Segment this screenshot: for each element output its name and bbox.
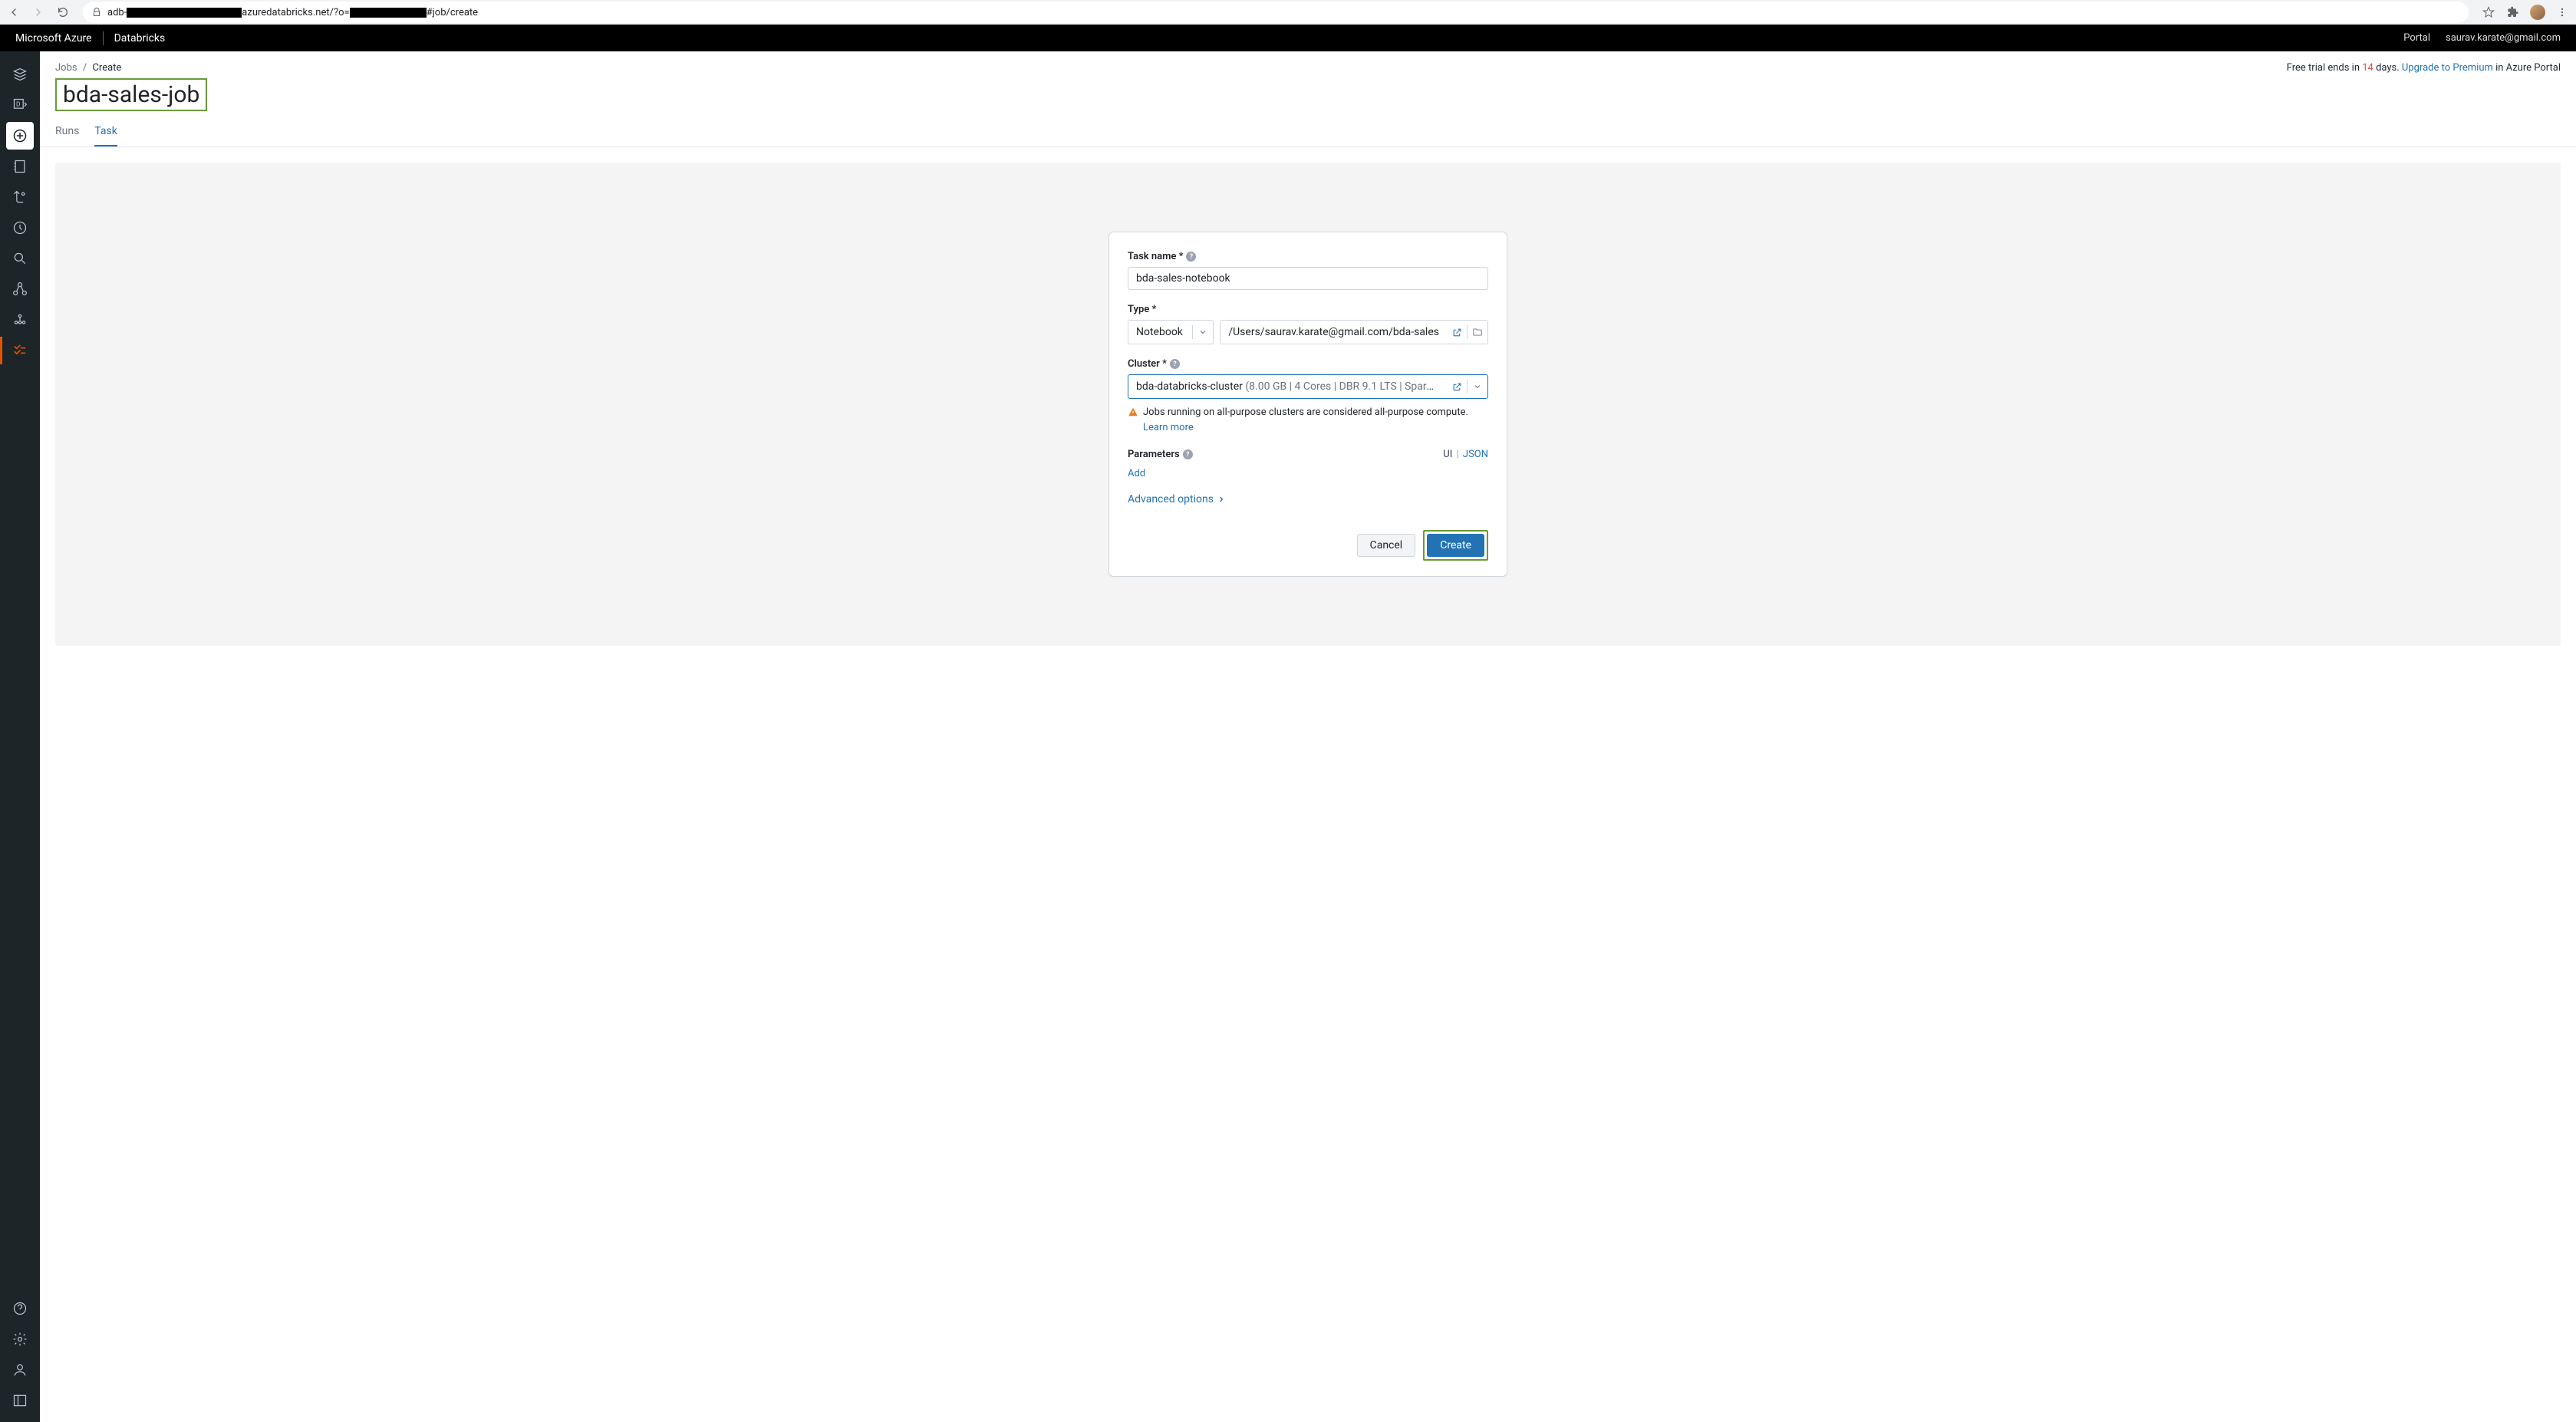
cluster-label: Cluster * ? — [1128, 358, 1488, 370]
user-email[interactable]: saurav.karate@gmail.com — [2446, 32, 2561, 44]
extensions-icon[interactable] — [2505, 5, 2521, 20]
add-parameter-link[interactable]: Add — [1128, 468, 1145, 479]
create-button[interactable]: Create — [1427, 534, 1484, 557]
task-canvas: Task name * ? Type * Notebook — [55, 163, 2561, 646]
sidebar-workspace-icon[interactable]: D — [6, 91, 34, 119]
brand-azure: Microsoft Azure — [15, 32, 103, 44]
warning-icon — [1128, 407, 1138, 417]
open-external-icon[interactable] — [1447, 382, 1467, 392]
cluster-warning: Jobs running on all-purpose clusters are… — [1128, 405, 1488, 435]
sidebar-data-icon[interactable] — [6, 275, 34, 303]
sidebar-create-icon[interactable] — [6, 122, 34, 150]
type-select[interactable]: Notebook — [1128, 320, 1214, 344]
task-form-panel: Task name * ? Type * Notebook — [1108, 232, 1507, 577]
sidebar-repos-icon[interactable] — [6, 183, 34, 211]
menu-icon[interactable] — [2555, 5, 2570, 20]
job-title[interactable]: bda-sales-job — [55, 78, 207, 111]
sidebar-settings-icon[interactable] — [6, 1325, 34, 1353]
help-icon[interactable]: ? — [1183, 449, 1193, 459]
browser-toolbar: adb-azuredatabricks.net/?o=#job/create — [0, 0, 2576, 25]
sidebar-search-icon[interactable] — [6, 245, 34, 272]
open-external-icon[interactable] — [1447, 328, 1467, 337]
svg-text:D: D — [16, 101, 20, 109]
forward-button[interactable] — [31, 5, 46, 20]
task-name-label: Task name * ? — [1128, 251, 1488, 262]
help-icon[interactable]: ? — [1170, 359, 1180, 369]
parameters-mode-toggle: UI | JSON — [1443, 449, 1488, 460]
trial-notice: Free trial ends in 14 days. Upgrade to P… — [2287, 62, 2561, 74]
main-content: Jobs / Create Free trial ends in 14 days… — [40, 51, 2576, 1422]
sidebar-help-icon[interactable] — [6, 1295, 34, 1322]
chevron-down-icon[interactable] — [1468, 382, 1487, 391]
cancel-button[interactable]: Cancel — [1357, 534, 1416, 557]
url-text: adb-azuredatabricks.net/?o=#job/create — [107, 7, 478, 18]
tab-runs[interactable]: Runs — [55, 125, 79, 146]
parameters-label: Parameters ? — [1128, 449, 1193, 460]
breadcrumb-current: Create — [92, 62, 121, 74]
ui-mode[interactable]: UI — [1443, 449, 1452, 460]
json-mode[interactable]: JSON — [1463, 449, 1488, 460]
app-header: Microsoft Azure Databricks Portal saurav… — [0, 25, 2576, 51]
cluster-select[interactable]: bda-databricks-cluster (8.00 GB | 4 Core… — [1128, 374, 1488, 399]
sidebar: D — [0, 51, 40, 1422]
breadcrumb-jobs[interactable]: Jobs — [55, 62, 77, 74]
sidebar-user-icon[interactable] — [6, 1356, 34, 1384]
sidebar-notebook-icon[interactable] — [6, 153, 34, 180]
sidebar-recents-icon[interactable] — [6, 214, 34, 242]
url-bar[interactable]: adb-azuredatabricks.net/?o=#job/create — [83, 2, 2469, 23]
breadcrumb: Jobs / Create — [55, 62, 121, 74]
brand-databricks: Databricks — [104, 32, 176, 44]
sidebar-databricks-icon[interactable] — [6, 61, 34, 88]
tab-task[interactable]: Task — [94, 125, 117, 146]
tabs: Runs Task — [40, 111, 2576, 147]
type-label: Type * — [1128, 304, 1488, 315]
learn-more-link[interactable]: Learn more — [1143, 422, 1194, 433]
notebook-path-select[interactable]: /Users/saurav.karate@gmail.com/bda-sales — [1220, 320, 1488, 344]
back-button[interactable] — [6, 5, 21, 20]
lock-icon — [92, 8, 101, 17]
portal-link[interactable]: Portal — [2403, 32, 2430, 44]
sidebar-panel-icon[interactable] — [6, 1387, 34, 1414]
star-icon[interactable] — [2481, 5, 2496, 20]
sidebar-compute-icon[interactable] — [6, 306, 34, 334]
chevron-down-icon[interactable] — [1193, 328, 1213, 337]
advanced-options-toggle[interactable]: Advanced options — [1128, 493, 1488, 505]
sidebar-jobs-icon[interactable] — [6, 337, 34, 364]
profile-avatar[interactable] — [2530, 5, 2545, 20]
reload-button[interactable] — [55, 5, 71, 20]
task-name-input[interactable] — [1128, 267, 1488, 290]
upgrade-link[interactable]: Upgrade to Premium — [2402, 62, 2493, 74]
help-icon[interactable]: ? — [1186, 252, 1196, 262]
chevron-right-icon — [1217, 495, 1226, 504]
folder-icon[interactable] — [1468, 327, 1487, 337]
